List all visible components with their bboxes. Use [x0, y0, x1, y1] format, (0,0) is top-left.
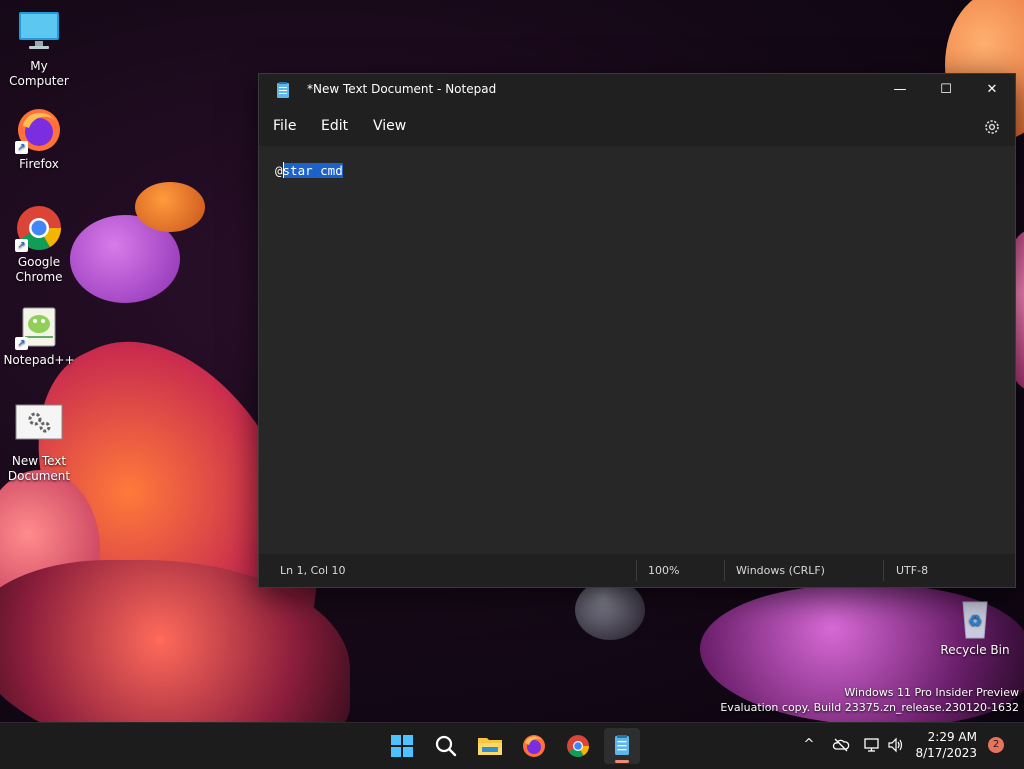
selected-text: star cmd	[282, 163, 343, 178]
clock-time: 2:29 AM	[927, 730, 977, 744]
clock-date: 8/17/2023	[915, 746, 977, 760]
taskbar-chrome[interactable]	[560, 728, 596, 764]
status-line-ending: Windows (CRLF)	[736, 564, 825, 577]
menu-edit[interactable]: Edit	[321, 118, 348, 134]
recycle-bin-icon: ♻	[951, 598, 999, 640]
search-button[interactable]	[428, 728, 464, 764]
taskbar-firefox[interactable]	[516, 728, 552, 764]
desktop-icon-recycle-bin[interactable]: ♻ Recycle Bin	[937, 598, 1013, 658]
taskbar-notepad[interactable]	[604, 728, 640, 764]
notepad-window[interactable]: *New Text Document - Notepad — ☐ ✕ File …	[258, 73, 1016, 588]
onedrive-offline-icon[interactable]	[832, 736, 850, 754]
menu-view[interactable]: View	[373, 118, 406, 134]
watermark-build: Evaluation copy. Build 23375.zn_release.…	[720, 701, 1019, 714]
volume-icon[interactable]	[886, 736, 904, 754]
editor-content: @star cmd	[275, 163, 343, 178]
notepad-icon	[615, 735, 629, 755]
text-caret	[283, 162, 284, 178]
shortcut-arrow-icon: ↗	[15, 141, 28, 154]
chrome-icon: ↗	[15, 204, 63, 252]
network-icon[interactable]	[863, 736, 881, 754]
status-cursor-position: Ln 1, Col 10	[280, 564, 346, 577]
status-divider	[636, 560, 637, 581]
status-bar: Ln 1, Col 10 100% Windows (CRLF) UTF-8	[259, 554, 1015, 587]
desktop-icon-new-text-document[interactable]: New Text Document	[1, 403, 77, 484]
desktop-icon-google-chrome[interactable]: ↗ Google Chrome	[1, 204, 77, 285]
taskbar-file-explorer[interactable]	[472, 728, 508, 764]
status-divider	[883, 560, 884, 581]
monitor-icon	[15, 8, 63, 56]
search-icon	[435, 735, 457, 757]
taskbar: ^ 2:29 AM 8/17/2023	[0, 722, 1024, 769]
desktop-icon-my-computer[interactable]: My Computer	[1, 8, 77, 89]
desktop-icon-label: My Computer	[9, 59, 69, 88]
watermark-edition: Windows 11 Pro Insider Preview	[844, 686, 1019, 699]
editor-text-prefix: @	[275, 163, 283, 178]
shortcut-arrow-icon: ↗	[15, 239, 28, 252]
show-hidden-icons-button[interactable]: ^	[800, 736, 818, 754]
firefox-icon	[523, 735, 545, 757]
status-zoom: 100%	[648, 564, 680, 577]
folder-icon	[478, 738, 502, 755]
status-encoding: UTF-8	[896, 564, 929, 577]
status-divider	[724, 560, 725, 581]
start-button[interactable]	[384, 728, 420, 764]
shortcut-arrow-icon: ↗	[15, 337, 28, 350]
windows-watermark: Windows 11 Pro Insider Preview Evaluatio…	[720, 685, 1019, 715]
active-app-indicator	[615, 760, 629, 763]
desktop-icon-notepad-plus-plus[interactable]: ↗ Notepad++	[1, 302, 77, 368]
windows-logo-icon	[391, 735, 413, 757]
menu-file[interactable]: File	[273, 118, 296, 134]
desktop-icon-label: Firefox	[19, 157, 59, 171]
firefox-icon: ↗	[15, 106, 63, 154]
settings-file-icon	[15, 403, 63, 451]
menu-bar: File Edit View	[259, 106, 1015, 146]
gear-icon[interactable]	[983, 118, 1001, 136]
desktop-icon-label: Google Chrome	[15, 255, 63, 284]
maximize-button[interactable]: ☐	[923, 74, 969, 106]
close-button[interactable]: ✕	[969, 74, 1015, 106]
chrome-icon	[567, 735, 589, 757]
desktop-icon-label: New Text Document	[7, 454, 71, 483]
svg-text:♻: ♻	[968, 611, 982, 630]
taskbar-clock[interactable]: 2:29 AM 8/17/2023	[913, 729, 977, 761]
title-bar[interactable]: *New Text Document - Notepad — ☐ ✕	[259, 74, 1015, 106]
window-title: *New Text Document - Notepad	[307, 82, 497, 96]
minimize-button[interactable]: —	[877, 74, 923, 106]
notepad-plus-plus-icon: ↗	[15, 302, 63, 350]
text-editor[interactable]: @star cmd	[259, 146, 1015, 554]
desktop-icon-label: Recycle Bin	[940, 643, 1010, 657]
notepad-icon	[277, 82, 289, 98]
notification-badge[interactable]: 2	[988, 737, 1004, 753]
desktop-icon-label: Notepad++	[3, 353, 75, 367]
desktop-icon-firefox[interactable]: ↗ Firefox	[1, 106, 77, 172]
